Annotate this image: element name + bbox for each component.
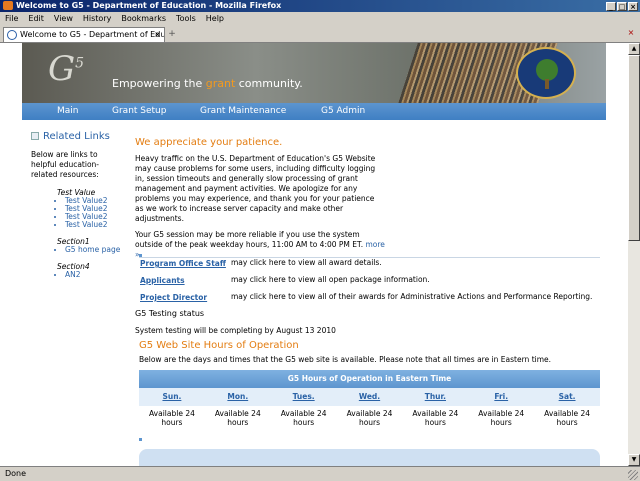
day-thu[interactable]: Thur. (402, 388, 468, 406)
related-link[interactable]: Test Value2 (65, 221, 121, 229)
close-icon[interactable]: × (628, 2, 638, 11)
banner-tagline: Empowering the grant community. (112, 77, 303, 90)
related-link[interactable]: AN2 (65, 271, 121, 279)
window-titlebar: Welcome to G5 - Department of Education … (0, 0, 640, 12)
hours-cell: Available 24 hours (478, 409, 525, 427)
day-tue[interactable]: Tues. (271, 388, 337, 406)
testing-title: G5 Testing status (135, 309, 205, 318)
favicon-icon (7, 29, 17, 40)
g5-page: G5 Empowering the grant community. Main … (22, 43, 606, 466)
hours-values-row: Available 24 hours Available 24 hours Av… (139, 406, 600, 428)
department-seal-icon (516, 47, 576, 99)
hours-cell: Available 24 hours (280, 409, 327, 427)
testing-text: System testing will be completing by Aug… (135, 326, 336, 335)
hours-intro: Below are the days and times that the G5… (139, 355, 552, 364)
nav-g5-admin[interactable]: G5 Admin (321, 103, 365, 120)
menu-edit[interactable]: Edit (28, 14, 44, 23)
status-bar: Done (0, 466, 640, 481)
site-banner: G5 Empowering the grant community. (22, 43, 606, 103)
applicants-link[interactable]: Applicants (140, 276, 185, 285)
related-links-title: Related Links (31, 131, 121, 142)
hours-cell: Available 24 hours (412, 409, 459, 427)
next-panel-header (139, 449, 600, 466)
status-text: Done (5, 469, 27, 478)
minimize-icon[interactable]: _ (606, 2, 616, 11)
hours-table: G5 Hours of Operation in Eastern Time Su… (139, 370, 600, 428)
role-desc: may click here to view all award details… (231, 258, 382, 267)
related-links-intro: Below are links to helpful education-rel… (31, 150, 99, 179)
role-desc: may click here to view all of their awar… (231, 292, 593, 301)
resize-grip-icon[interactable] (628, 470, 638, 480)
nav-grant-maintenance[interactable]: Grant Maintenance (200, 103, 286, 120)
tab-title: Welcome to G5 - Department of Edu... (20, 30, 165, 39)
hours-cell: Available 24 hours (544, 409, 591, 427)
hours-days-row: Sun. Mon. Tues. Wed. Thur. Fri. Sat. (139, 388, 600, 406)
collapse-box-icon[interactable] (31, 132, 39, 140)
menu-view[interactable]: View (54, 14, 73, 23)
new-tab-icon[interactable]: + (166, 28, 178, 40)
hours-cell: Available 24 hours (148, 409, 195, 427)
firefox-icon (3, 1, 13, 10)
close-tab-icon[interactable]: × (626, 28, 636, 38)
section-list: AN2 (31, 271, 121, 279)
hours-cell: Available 24 hours (346, 409, 393, 427)
day-mon[interactable]: Mon. (205, 388, 271, 406)
related-link[interactable]: G5 home page (65, 246, 121, 254)
menu-bookmarks[interactable]: Bookmarks (121, 14, 166, 23)
menu-bar: File Edit View History Bookmarks Tools Help (0, 12, 640, 25)
day-sat[interactable]: Sat. (534, 388, 600, 406)
maximize-icon[interactable]: □ (617, 2, 627, 11)
menu-history[interactable]: History (83, 14, 111, 23)
page-viewport: G5 Empowering the grant community. Main … (0, 43, 628, 466)
menu-tools[interactable]: Tools (176, 14, 196, 23)
main-content: We appreciate your patience. Heavy traff… (135, 137, 605, 260)
menu-help[interactable]: Help (206, 14, 224, 23)
section-list: Test Value2 Test Value2 Test Value2 Test… (31, 197, 121, 229)
tab-close-icon[interactable]: × (154, 28, 161, 42)
hours-cell: Available 24 hours (214, 409, 261, 427)
related-links-sidebar: Related Links Below are links to helpful… (31, 131, 121, 287)
day-sun[interactable]: Sun. (139, 388, 205, 406)
day-wed[interactable]: Wed. (337, 388, 403, 406)
role-links: Program Office Staff may click here to v… (140, 258, 600, 309)
nav-grant-setup[interactable]: Grant Setup (112, 103, 166, 120)
hours-table-title: G5 Hours of Operation in Eastern Time (139, 370, 600, 388)
nav-main[interactable]: Main (57, 103, 79, 120)
vertical-scrollbar[interactable]: ▲ ▼ (628, 43, 640, 466)
section-list: G5 home page (31, 246, 121, 254)
main-nav: Main Grant Setup Grant Maintenance G5 Ad… (22, 103, 606, 120)
notice-heading: We appreciate your patience. (135, 137, 283, 148)
bullet-icon (139, 438, 142, 441)
tab-bar: Welcome to G5 - Department of Edu... × +… (0, 25, 640, 43)
notice-paragraph: Heavy traffic on the U.S. Department of … (135, 154, 376, 223)
window-title: Welcome to G5 - Department of Education … (16, 1, 282, 10)
scroll-thumb[interactable] (628, 55, 640, 241)
tab-g5-welcome[interactable]: Welcome to G5 - Department of Edu... × (3, 27, 165, 42)
project-director-link[interactable]: Project Director (140, 293, 207, 302)
scroll-up-icon[interactable]: ▲ (628, 43, 640, 55)
program-office-staff-link[interactable]: Program Office Staff (140, 259, 226, 268)
scroll-down-icon[interactable]: ▼ (628, 454, 640, 466)
role-desc: may click here to view all open package … (231, 275, 430, 284)
notice-paragraph-2: Your G5 session may be more reliable if … (135, 230, 385, 259)
hours-heading: G5 Web Site Hours of Operation (139, 340, 299, 351)
g5-logo[interactable]: G5 (48, 49, 84, 89)
menu-file[interactable]: File (5, 14, 18, 23)
day-fri[interactable]: Fri. (468, 388, 534, 406)
